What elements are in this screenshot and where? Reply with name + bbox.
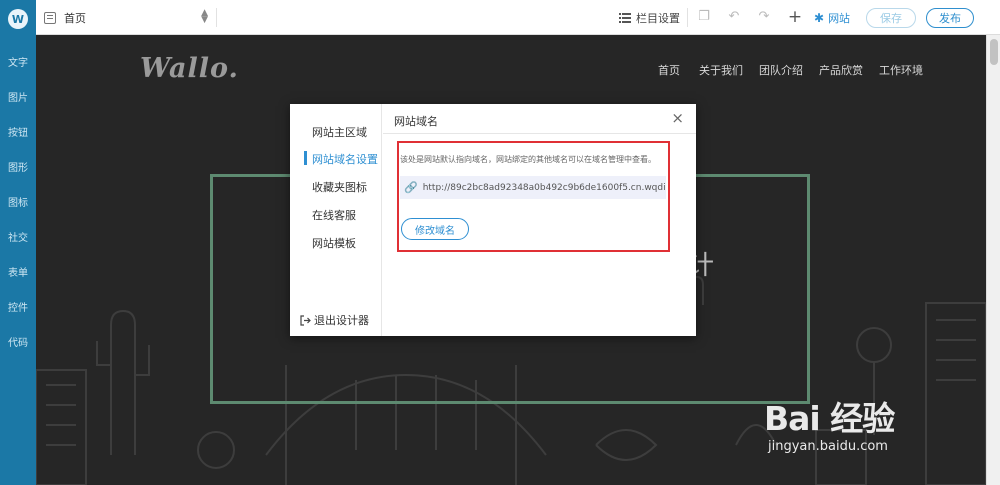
tool-image[interactable]: 图片	[0, 89, 36, 104]
scrollbar-thumb[interactable]	[990, 39, 998, 65]
close-icon[interactable]: ×	[671, 110, 684, 126]
app-logo[interactable]: W	[8, 9, 28, 29]
divider	[687, 8, 688, 27]
sidebar-item-main-area[interactable]: 网站主区域	[312, 124, 367, 140]
add-icon[interactable]: +	[787, 9, 803, 26]
list-icon	[619, 13, 631, 23]
tool-shape[interactable]: 图形	[0, 159, 36, 174]
logo-letter: W	[11, 12, 25, 26]
sidebar-item-favicon[interactable]: 收藏夹图标	[312, 179, 367, 195]
site-nav-home[interactable]: 首页	[658, 62, 680, 78]
divider	[216, 8, 217, 27]
column-settings-label: 栏目设置	[636, 12, 680, 25]
page-select[interactable]: 首页 ▲ ▼	[44, 7, 208, 28]
watermark-main: Bai 经验	[764, 399, 895, 438]
tool-code[interactable]: 代码	[0, 334, 36, 349]
dialog-title: 网站域名	[394, 115, 438, 128]
updown-icon: ▲ ▼	[201, 8, 208, 25]
page-icon	[44, 11, 56, 24]
site-nav-products[interactable]: 产品欣赏	[819, 62, 863, 78]
dialog-header: 网站域名 ×	[383, 104, 696, 134]
tool-control[interactable]: 控件	[0, 299, 36, 314]
top-toolbar: 首页 ▲ ▼ 栏目设置 ❐ ↶ ↷ + ✱ 网站 保存 发布	[36, 0, 1000, 35]
exit-designer-button[interactable]: 退出设计器	[300, 312, 369, 328]
tool-sidebar: W 文字 图片 按钮 图形 图标 社交 表单 控件 代码	[0, 0, 36, 485]
undo-icon[interactable]: ↶	[726, 9, 742, 25]
tool-text[interactable]: 文字	[0, 54, 36, 69]
column-settings-button[interactable]: 栏目设置	[619, 10, 680, 26]
tool-social[interactable]: 社交	[0, 229, 36, 244]
page-select-value: 首页	[64, 11, 86, 25]
exit-designer-label: 退出设计器	[314, 314, 369, 327]
exit-icon	[300, 314, 311, 326]
active-indicator	[304, 151, 307, 165]
site-nav-about[interactable]: 关于我们	[699, 62, 743, 78]
sidebar-item-online-service[interactable]: 在线客服	[312, 207, 356, 223]
tool-button[interactable]: 按钮	[0, 124, 36, 139]
tool-form[interactable]: 表单	[0, 264, 36, 279]
website-settings-button[interactable]: ✱ 网站	[814, 10, 850, 26]
gear-icon: ✱	[814, 11, 825, 25]
sidebar-item-templates[interactable]: 网站模板	[312, 235, 356, 251]
site-nav-environment[interactable]: 工作环境	[879, 62, 923, 78]
publish-button[interactable]: 发布	[926, 8, 974, 28]
watermark-sub: jingyan.baidu.com	[768, 439, 888, 454]
highlight-annotation	[397, 141, 670, 252]
site-logo[interactable]: Wallo.	[140, 53, 239, 84]
dialog-sidebar: 网站主区域 网站域名设置 收藏夹图标 在线客服 网站模板 退出设计器	[290, 104, 382, 336]
sidebar-item-domain-settings[interactable]: 网站域名设置	[312, 151, 378, 167]
redo-icon[interactable]: ↷	[756, 9, 772, 25]
copy-icon[interactable]: ❐	[696, 9, 712, 25]
baidu-watermark: Bai 经验 jingyan.baidu.com	[764, 392, 964, 472]
website-label: 网站	[828, 12, 851, 25]
site-nav-team[interactable]: 团队介绍	[759, 62, 803, 78]
tool-icon[interactable]: 图标	[0, 194, 36, 209]
save-button[interactable]: 保存	[866, 8, 916, 28]
page-scrollbar[interactable]	[986, 35, 1000, 485]
